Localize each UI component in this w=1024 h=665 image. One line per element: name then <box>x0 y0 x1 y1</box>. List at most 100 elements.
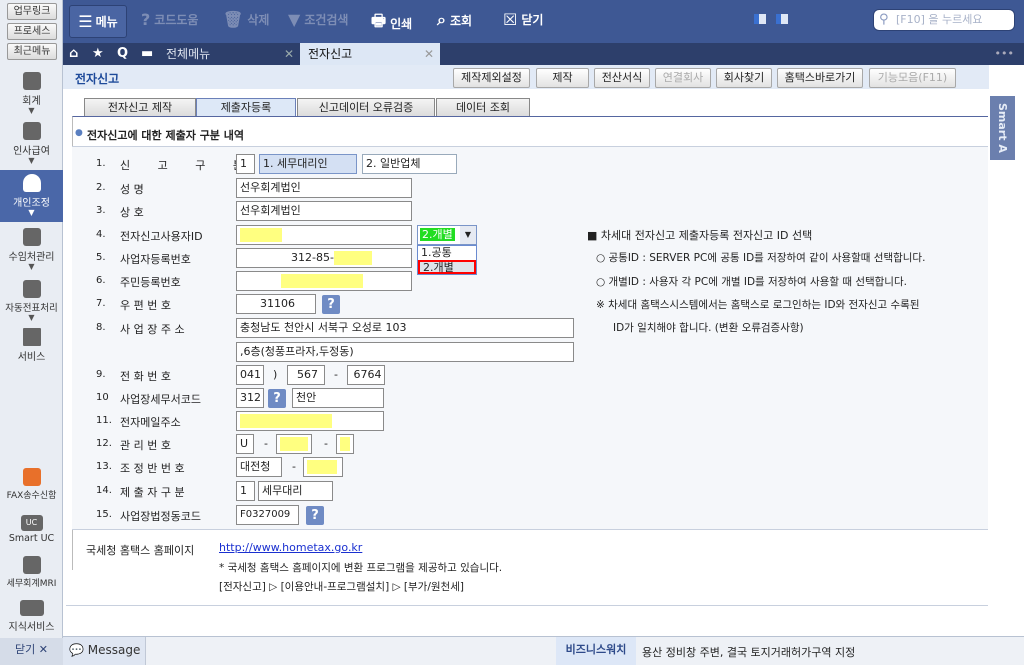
chevron-down-icon: ▼ <box>28 313 35 322</box>
sidebar-item-smart-uc[interactable]: UC Smart UC <box>0 515 63 544</box>
separator: - <box>292 460 296 473</box>
note-line: ※ 차세대 홈택스시스템에서는 홈택스로 로그인하는 ID와 전자신고 수록된 <box>596 299 920 311</box>
mgmt-number-suffix-field[interactable] <box>336 434 354 454</box>
smart-a-panel-toggle[interactable]: Smart A <box>990 96 1015 160</box>
sidebar-item-auto-voucher[interactable]: 자동전표처리 ▼ <box>0 280 63 328</box>
close-icon[interactable]: ✕ <box>284 43 294 65</box>
computer-form-button[interactable]: 전산서식 <box>594 68 650 88</box>
home-icon[interactable]: ⌂ <box>69 46 78 61</box>
close-window-button[interactable]: ☒ 닫기 <box>503 10 543 29</box>
sidebar-item-fax[interactable]: FAX송수신함 <box>0 468 63 501</box>
tax-office-code-field[interactable]: 312 <box>236 388 264 408</box>
option-common[interactable]: 1.공통 <box>418 246 476 260</box>
sidebar-item-knowledge[interactable]: 지식서비스 <box>0 600 63 633</box>
sidebar-item-service[interactable]: 서비스 <box>0 328 63 368</box>
address-line1-field[interactable]: 충청남도 천안시 서북구 오성로 103 <box>236 318 574 338</box>
tab-error-check[interactable]: 신고데이터 오류검증 <box>297 98 435 116</box>
message-button[interactable]: 💬 Message <box>63 637 146 665</box>
news-ticker[interactable]: 용산 정비창 주변, 결국 토지거래허가구역 지정 <box>642 644 855 660</box>
postal-code-field[interactable]: 31106 <box>236 294 316 314</box>
report-type-option-company[interactable]: 2. 일반업체 <box>362 154 457 174</box>
business-reg-number-field[interactable]: 312-85- <box>236 248 412 268</box>
id-type-select[interactable]: 2.개별 ▼ <box>417 225 477 245</box>
layout-icon[interactable] <box>776 14 788 24</box>
legal-dong-help-button[interactable]: ? <box>306 506 324 525</box>
menu-button[interactable]: ☰ 메뉴 <box>69 5 127 38</box>
business-name-field[interactable]: 선우회계법인 <box>236 201 412 221</box>
close-icon[interactable]: ✕ <box>424 43 434 65</box>
menu-search-input[interactable]: ⚲ [F10] 을 누르세요 <box>873 9 1015 31</box>
delete-button[interactable]: 🗑 삭제 <box>223 10 269 29</box>
sidebar-item-personal-adjust[interactable]: 개인조정 ▼ <box>0 170 63 222</box>
star-icon[interactable]: ★ <box>92 46 104 61</box>
row-number: 13. <box>96 461 112 472</box>
more-icon[interactable]: ••• <box>995 47 1014 60</box>
find-company-button[interactable]: 회사찾기 <box>716 68 772 88</box>
sidebar-item-client-mgmt[interactable]: 수임처관리 ▼ <box>0 228 63 276</box>
exclude-settings-button[interactable]: 제작제외설정 <box>453 68 530 88</box>
user-id-field[interactable] <box>236 225 412 245</box>
tab-data-lookup[interactable]: 데이터 조회 <box>436 98 530 116</box>
linked-company-button[interactable]: 연결회사 <box>655 68 711 88</box>
phone-number-field[interactable]: 6764 <box>347 365 385 385</box>
code-help-button[interactable]: ? 코드도움 <box>141 10 198 29</box>
lookup-button[interactable]: ⌕ 조회 <box>437 10 472 30</box>
close-label: 닫기 <box>521 13 544 27</box>
postal-help-button[interactable]: ? <box>322 295 340 314</box>
submitter-type-code[interactable]: 1 <box>236 481 255 501</box>
tax-office-name-field[interactable]: 천안 <box>292 388 384 408</box>
redacted-value <box>240 414 332 428</box>
phone-prefix-field[interactable]: 567 <box>287 365 325 385</box>
phone-area-field[interactable]: 041 <box>236 365 264 385</box>
chevron-down-icon[interactable]: ▼ <box>460 226 476 244</box>
note-line: ID가 일치해야 합니다. (변환 오류검증사항) <box>613 322 804 334</box>
email-field[interactable] <box>236 411 384 431</box>
layout-icon[interactable] <box>754 14 766 24</box>
process-button[interactable]: 프로세스 <box>7 23 57 40</box>
report-type-code[interactable]: 1 <box>236 154 255 174</box>
hometax-link[interactable]: http://www.hometax.go.kr <box>219 541 362 554</box>
uc-chat-icon: UC <box>20 515 43 531</box>
sidebar-close-button[interactable]: 닫기 ✕ <box>0 638 63 665</box>
field-label: 사업자등록번호 <box>120 253 191 266</box>
tab-e-filing[interactable]: 전자신고 ✕ <box>300 43 440 65</box>
sidebar-item-mri[interactable]: 세무회계MRI <box>0 556 63 589</box>
legal-dong-code-field[interactable]: F0327009 <box>236 505 299 525</box>
recent-menu-button[interactable]: 최근메뉴 <box>7 43 57 60</box>
tab-submitter-register[interactable]: 제출자등록 <box>196 98 296 116</box>
resident-number-field[interactable] <box>236 271 412 291</box>
tax-office-help-button[interactable]: ? <box>268 389 286 408</box>
field-label: 조 정 반 번 호 <box>120 462 185 475</box>
separator: - <box>264 437 268 450</box>
trash-icon: 🗑 <box>223 10 244 29</box>
chevron-down-icon: ▼ <box>28 156 35 165</box>
field-label: 신 고 구 분 <box>120 159 255 172</box>
adjust-team-field[interactable]: 대전청 <box>236 457 282 477</box>
print-button[interactable]: 🖶 인쇄 <box>371 10 412 37</box>
sidebar-item-accounting[interactable]: 회계 ▼ <box>0 72 63 120</box>
work-link-button[interactable]: 업무링크 <box>7 3 57 20</box>
field-label: 전 화 번 호 <box>120 370 171 383</box>
fax-icon <box>22 468 41 486</box>
q-search-icon[interactable]: Q <box>117 46 128 61</box>
field-label: 사업장세무서코드 <box>120 393 201 406</box>
mgmt-number-field[interactable] <box>276 434 312 454</box>
field-label: 전자신고사용자ID <box>120 230 203 243</box>
hometax-shortcut-button[interactable]: 홈택스바로가기 <box>777 68 863 88</box>
name-field[interactable]: 선우회계법인 <box>236 178 412 198</box>
filter-search-button[interactable]: ▼ 조건검색 <box>288 10 348 29</box>
function-collection-dropdown[interactable]: 기능모음(F11) <box>869 68 956 88</box>
adjust-team-number-field[interactable] <box>303 457 343 477</box>
address-line2-field[interactable]: ,6층(청풍프라자,두정동) <box>236 342 574 362</box>
submitter-type-name[interactable]: 세무대리 <box>258 481 333 501</box>
tab-create[interactable]: 전자신고 제작 <box>84 98 196 116</box>
option-individual[interactable]: 2.개별 <box>418 260 476 274</box>
create-button[interactable]: 제작 <box>536 68 589 88</box>
field-label: 관 리 번 호 <box>120 439 171 452</box>
sidebar-item-label: 서비스 <box>17 352 46 363</box>
mgmt-number-prefix-field[interactable]: U <box>236 434 254 454</box>
calendar-icon[interactable]: ▬ <box>141 46 153 61</box>
report-type-option-agent[interactable]: 1. 세무대리인 <box>259 154 357 174</box>
tab-all-menu[interactable]: 전체메뉴 ✕ <box>158 43 300 65</box>
sidebar-item-payroll[interactable]: 인사급여 ▼ <box>0 122 63 170</box>
